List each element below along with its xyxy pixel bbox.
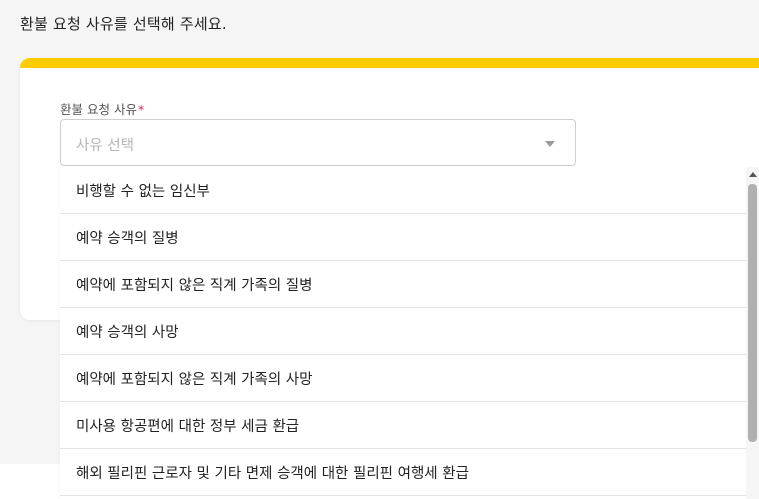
refund-reason-label-text: 환불 요청 사유 [60, 102, 137, 117]
select-placeholder: 사유 선택 [76, 138, 134, 154]
dropdown-option[interactable]: 예약에 포함되지 않은 직계 가족의 질병 [60, 261, 746, 308]
page-instruction: 환불 요청 사유를 선택해 주세요. [20, 15, 227, 33]
dropdown-option[interactable]: 예약 승객의 질병 [60, 214, 746, 261]
scroll-up-arrow-icon[interactable] [749, 172, 757, 177]
dropdown-option[interactable]: 예약에 포함되지 않은 직계 가족의 사망 [60, 355, 746, 402]
refund-reason-label: 환불 요청 사유* [60, 99, 144, 118]
refund-reason-dropdown-list: 비행할 수 없는 임신부 예약 승객의 질병 예약에 포함되지 않은 직계 가족… [60, 167, 746, 499]
dropdown-option[interactable]: 해외 필리핀 근로자 및 기타 면제 승객에 대한 필리핀 여행세 환급 [60, 449, 746, 496]
refund-reason-select[interactable]: 사유 선택 [60, 119, 576, 166]
dropdown-option[interactable]: 미사용 항공편에 대한 정부 세금 환급 [60, 402, 746, 449]
required-mark: * [137, 102, 145, 117]
dropdown-option[interactable]: 예약 승객의 사망 [60, 308, 746, 355]
scrollbar-thumb[interactable] [748, 184, 757, 442]
chevron-down-icon[interactable] [545, 141, 555, 147]
dropdown-scrollbar[interactable] [746, 167, 759, 499]
dropdown-option[interactable]: 비행할 수 없는 임신부 [60, 167, 746, 214]
